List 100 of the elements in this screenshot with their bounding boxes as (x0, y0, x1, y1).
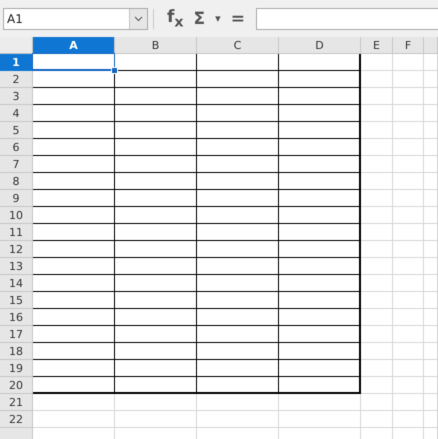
select-all-corner[interactable] (0, 37, 33, 54)
grid-cell[interactable] (197, 54, 279, 71)
column-header[interactable]: F (393, 37, 424, 54)
grid-cell[interactable] (115, 360, 197, 377)
grid-cell[interactable] (115, 54, 197, 71)
grid-cell[interactable] (115, 224, 197, 241)
column-header[interactable]: B (115, 37, 197, 54)
grid-cell[interactable] (279, 156, 361, 173)
grid-cell[interactable] (33, 275, 115, 292)
grid-cell[interactable] (279, 139, 361, 156)
grid-cell[interactable] (115, 377, 197, 394)
grid-cell[interactable] (279, 224, 361, 241)
column-header[interactable]: D (279, 37, 361, 54)
grid-cell[interactable] (115, 139, 197, 156)
row-header[interactable]: 19 (0, 360, 33, 377)
grid-cell[interactable] (115, 105, 197, 122)
grid-cell[interactable] (197, 309, 279, 326)
grid-cell[interactable] (115, 258, 197, 275)
grid-cell[interactable] (197, 105, 279, 122)
grid-cell[interactable] (33, 139, 115, 156)
row-header[interactable]: 20 (0, 377, 33, 394)
grid-cell[interactable] (197, 292, 279, 309)
row-header[interactable]: 7 (0, 156, 33, 173)
name-box[interactable]: A1 (3, 8, 148, 30)
grid-cell[interactable] (279, 71, 361, 88)
row-header[interactable]: 13 (0, 258, 33, 275)
grid-cell[interactable] (197, 122, 279, 139)
grid-cell[interactable] (279, 377, 361, 394)
grid-cell[interactable] (115, 343, 197, 360)
grid-cell[interactable] (279, 190, 361, 207)
row-header[interactable]: 17 (0, 326, 33, 343)
grid-cell[interactable] (33, 122, 115, 139)
grid-cell[interactable] (115, 156, 197, 173)
grid-cell[interactable] (33, 292, 115, 309)
grid-cell[interactable] (115, 122, 197, 139)
grid-cell[interactable] (115, 173, 197, 190)
row-header[interactable]: 14 (0, 275, 33, 292)
sum-button[interactable]: Σ (190, 8, 208, 30)
grid-cell[interactable] (115, 71, 197, 88)
grid-cell[interactable] (279, 258, 361, 275)
row-header[interactable]: 6 (0, 139, 33, 156)
grid-cell[interactable] (279, 122, 361, 139)
grid-cell[interactable] (279, 241, 361, 258)
grid-cell[interactable] (33, 326, 115, 343)
grid-cell[interactable] (115, 241, 197, 258)
row-header[interactable]: 4 (0, 105, 33, 122)
column-header[interactable] (424, 37, 438, 54)
grid-cell[interactable] (33, 105, 115, 122)
grid-cell[interactable] (197, 156, 279, 173)
row-header[interactable]: 5 (0, 122, 33, 139)
grid-cell[interactable] (33, 190, 115, 207)
row-header[interactable]: 21 (0, 394, 33, 411)
grid-cell[interactable] (279, 54, 361, 71)
row-header[interactable]: 12 (0, 241, 33, 258)
grid-cell[interactable] (279, 105, 361, 122)
grid-cell[interactable] (197, 343, 279, 360)
grid-cell[interactable] (197, 360, 279, 377)
grid-cell[interactable] (197, 241, 279, 258)
grid-cell[interactable] (33, 71, 115, 88)
grid-cell[interactable] (115, 292, 197, 309)
grid-cell[interactable] (279, 88, 361, 105)
grid-cell[interactable] (279, 173, 361, 190)
grid-cell[interactable] (197, 139, 279, 156)
grid-cell[interactable] (33, 241, 115, 258)
row-header[interactable]: 16 (0, 309, 33, 326)
grid-cell[interactable] (33, 224, 115, 241)
grid-cell[interactable] (33, 343, 115, 360)
grid-cell[interactable] (197, 88, 279, 105)
grid-cell[interactable] (197, 377, 279, 394)
sum-dropdown-button[interactable]: ▾ (212, 8, 224, 30)
grid-cell[interactable] (33, 156, 115, 173)
row-header[interactable]: 18 (0, 343, 33, 360)
column-header[interactable]: E (361, 37, 393, 54)
row-header[interactable]: 22 (0, 411, 33, 428)
row-header[interactable]: 1 (0, 54, 33, 71)
column-header[interactable]: C (197, 37, 279, 54)
grid-cell[interactable] (197, 207, 279, 224)
formula-input[interactable] (256, 8, 438, 30)
grid-cell[interactable] (115, 190, 197, 207)
grid-cell[interactable] (279, 292, 361, 309)
row-header[interactable]: 11 (0, 224, 33, 241)
grid-cell[interactable] (279, 309, 361, 326)
grid-cell[interactable] (115, 326, 197, 343)
grid-cell[interactable] (197, 258, 279, 275)
grid-cell[interactable] (279, 343, 361, 360)
row-header[interactable]: 9 (0, 190, 33, 207)
row-header[interactable]: 2 (0, 71, 33, 88)
active-cell[interactable] (33, 54, 115, 71)
grid-cell[interactable] (197, 326, 279, 343)
grid-cell[interactable] (279, 360, 361, 377)
fill-handle[interactable] (111, 67, 118, 74)
grid-cell[interactable] (197, 275, 279, 292)
grid-cell[interactable] (33, 207, 115, 224)
row-header[interactable]: 8 (0, 173, 33, 190)
grid-cell[interactable] (197, 224, 279, 241)
grid-cell[interactable] (279, 275, 361, 292)
row-header[interactable]: 3 (0, 88, 33, 105)
grid-cell[interactable] (33, 173, 115, 190)
grid-cell[interactable] (33, 309, 115, 326)
grid-cell[interactable] (115, 88, 197, 105)
